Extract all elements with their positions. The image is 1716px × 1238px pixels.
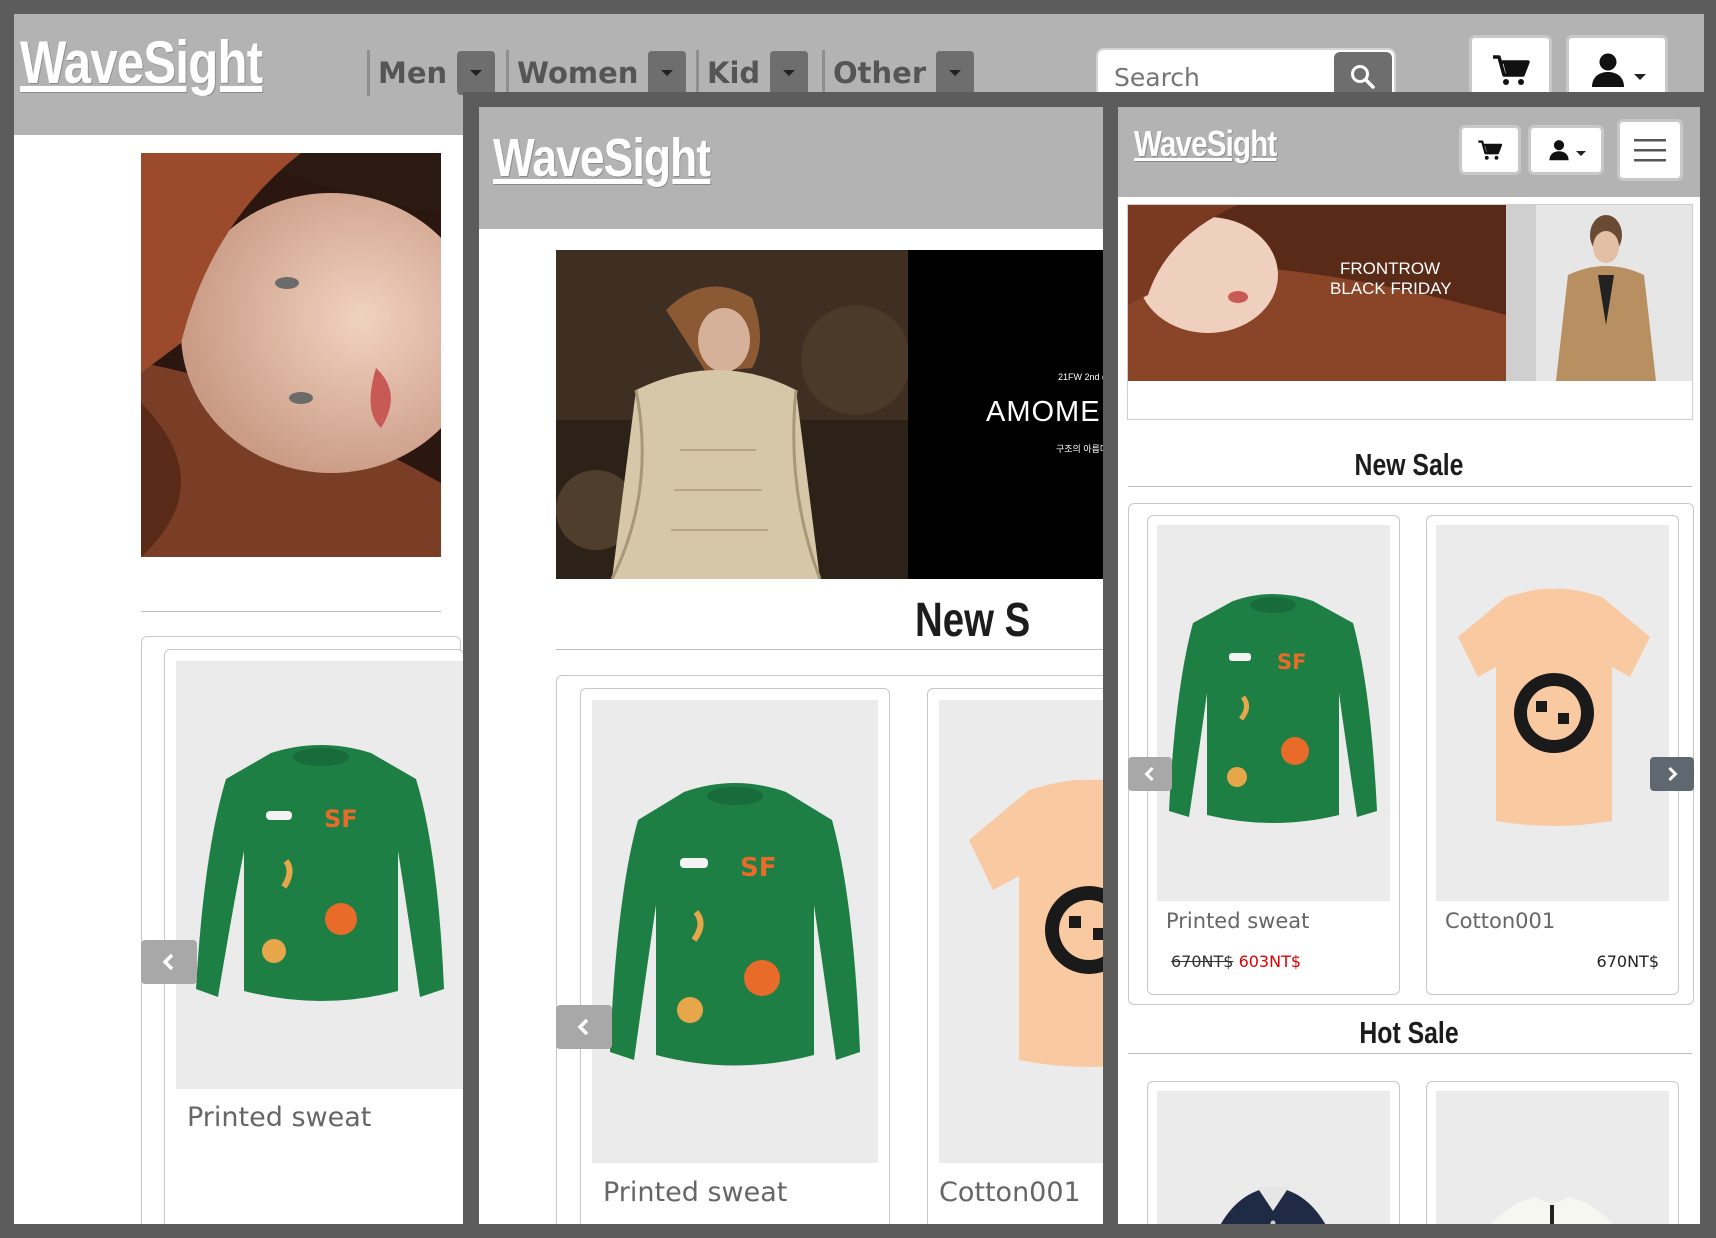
product-card[interactable]: Cotton001: [927, 688, 1103, 1224]
product-title[interactable]: Cotton001: [1445, 909, 1555, 933]
chevron-right-icon: [1668, 766, 1678, 782]
mobile-view: WaveSight FRONTROW BLACK FRIDAY New Sale…: [1118, 107, 1700, 1224]
nav-women-label: Women: [517, 56, 639, 90]
cart-button[interactable]: [1459, 125, 1521, 175]
nav-men[interactable]: Men: [367, 48, 496, 98]
banner-headline: AMOME: [986, 396, 1101, 428]
product-title[interactable]: Printed sweat: [1166, 909, 1309, 933]
old-price: 670NT$: [1171, 952, 1234, 971]
product-image: [1436, 525, 1669, 901]
hero-banner[interactable]: [141, 153, 441, 557]
carousel-prev-button[interactable]: [1128, 757, 1172, 791]
product-card[interactable]: Cotton001 670NT$: [1426, 515, 1679, 995]
banner-sub: 구조의 아름다: [1056, 444, 1103, 454]
product-image: SF: [1157, 525, 1390, 901]
brand-logo[interactable]: WaveSight: [493, 127, 711, 189]
section-title-new-sale: New Sale: [1354, 447, 1464, 482]
caret-down-icon[interactable]: [648, 51, 687, 95]
section-title-hot-sale: Hot Sale: [1359, 1015, 1459, 1050]
product-image: [939, 700, 1103, 1163]
product-image: [1436, 1091, 1669, 1224]
nav-women[interactable]: Women: [506, 48, 687, 98]
cart-icon: [1492, 55, 1530, 85]
brand-logo[interactable]: WaveSight: [1134, 123, 1277, 165]
search-icon: [1351, 65, 1375, 89]
banner-tag: 21FW 2nd dr: [1058, 372, 1103, 382]
section-divider: [556, 649, 1103, 650]
product-title[interactable]: Printed sweat: [187, 1102, 371, 1133]
section-divider: [1128, 1053, 1692, 1054]
account-button[interactable]: [1528, 125, 1604, 175]
product-price: 670NT$: [1596, 952, 1659, 971]
caret-down-icon[interactable]: [936, 51, 975, 95]
banner-line2: BLACK FRIDAY: [1330, 279, 1452, 298]
carousel-next-button[interactable]: [1650, 757, 1694, 791]
carousel-prev-button[interactable]: [556, 1005, 612, 1049]
product-card[interactable]: [1426, 1081, 1679, 1224]
svg-text:SF: SF: [1277, 650, 1306, 674]
svg-text:SF: SF: [324, 805, 358, 833]
menu-toggle-button[interactable]: [1617, 119, 1683, 181]
product-image: SF: [176, 661, 466, 1089]
svg-text:SF: SF: [740, 853, 777, 883]
user-icon: [1548, 140, 1569, 161]
hero-text-panel: 21FW 2nd dr AMOME 구조의 아름다: [908, 250, 1103, 579]
nav-men-label: Men: [378, 56, 448, 90]
product-card[interactable]: SF Printed sweat: [164, 649, 466, 1224]
section-divider: [1128, 486, 1692, 487]
product-image: SF: [592, 700, 878, 1163]
caret-down-icon[interactable]: [457, 51, 496, 95]
carousel-prev-button[interactable]: [141, 940, 197, 984]
product-price: 670NT$ 603NT$: [1171, 952, 1301, 971]
banner-line1: FRONTROW: [1340, 259, 1441, 278]
chevron-left-icon: [1144, 766, 1154, 782]
hero-banner[interactable]: FRONTROW BLACK FRIDAY: [1128, 205, 1692, 381]
brand-logo[interactable]: WaveSight: [20, 28, 263, 97]
nav-other[interactable]: Other: [822, 48, 975, 98]
product-title[interactable]: Printed sweat: [603, 1177, 787, 1208]
caret-down-icon: [1634, 74, 1646, 80]
section-divider: [141, 611, 441, 612]
caret-down-icon[interactable]: [770, 51, 809, 95]
chevron-left-icon: [162, 953, 174, 971]
caret-down-icon: [1575, 150, 1586, 156]
product-card[interactable]: [1147, 1081, 1400, 1224]
chevron-left-icon: [577, 1018, 589, 1036]
product-card[interactable]: SF Printed sweat 670NT$ 603NT$: [1147, 515, 1400, 995]
nav-kid-label: Kid: [707, 56, 761, 90]
hero-photo: [556, 250, 908, 579]
product-image: [1157, 1091, 1390, 1224]
hero-image: [141, 153, 441, 557]
tablet-header: WaveSight: [479, 107, 1103, 229]
mobile-header: WaveSight: [1118, 107, 1700, 197]
tablet-view: WaveSight 21FW 2nd dr AMOME 구조의 아름다: [479, 107, 1103, 1224]
nav-kid[interactable]: Kid: [696, 48, 809, 98]
menu-icon: [1634, 139, 1666, 162]
section-title: New S: [915, 594, 1031, 647]
nav-other-label: Other: [833, 56, 927, 90]
user-icon: [1592, 53, 1624, 87]
sale-price: 603NT$: [1238, 952, 1302, 971]
product-card[interactable]: SF Printed sweat: [580, 688, 890, 1224]
hero-banner[interactable]: 21FW 2nd dr AMOME 구조의 아름다: [556, 250, 1103, 579]
product-title[interactable]: Cotton001: [939, 1177, 1081, 1208]
cart-icon: [1478, 140, 1503, 160]
